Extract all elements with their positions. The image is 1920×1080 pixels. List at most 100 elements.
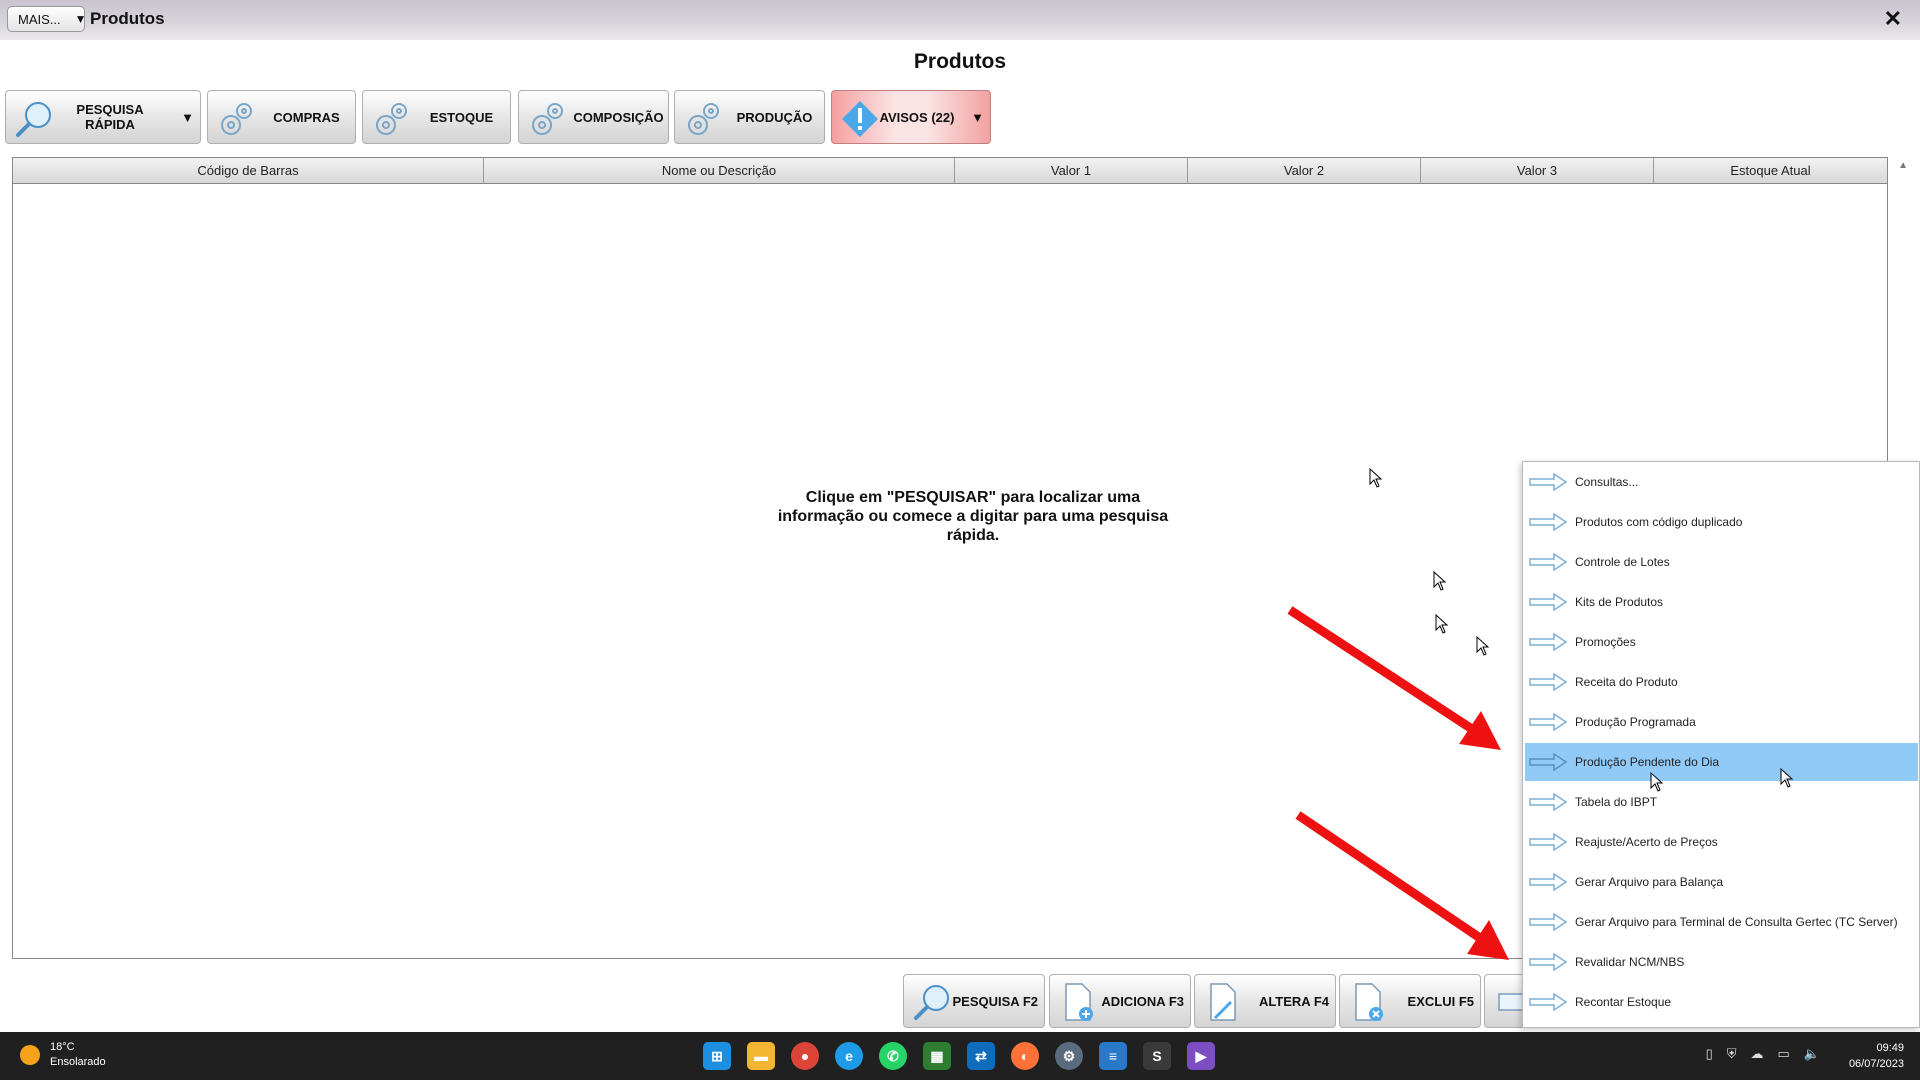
purchases-label: COMPRAS	[273, 109, 340, 125]
menu-item-consultas[interactable]: Consultas...	[1525, 463, 1918, 501]
mouse-cursor-icon	[1369, 468, 1383, 488]
add-f3-label: ADICIONA F3	[1101, 993, 1184, 1009]
magnifier-icon	[914, 985, 949, 1020]
windows-start-icon[interactable]: ⊞	[703, 1042, 731, 1070]
column-header-barcode[interactable]: Código de Barras	[13, 158, 484, 183]
warnings-button[interactable]: AVISOS (22) ▼	[831, 90, 991, 144]
gear-icon	[221, 103, 252, 135]
menu-item-revalidate-ncm[interactable]: Revalidar NCM/NBS	[1525, 943, 1918, 981]
delete-f5-button[interactable]: EXCLUI F5	[1339, 974, 1481, 1028]
arrow-right-icon	[1529, 792, 1568, 812]
column-header-stock[interactable]: Estoque Atual	[1654, 158, 1887, 183]
menu-item-label: Tabela do IBPT	[1575, 795, 1658, 809]
clock-time: 09:49	[1876, 1042, 1904, 1054]
menu-item-label: Gerar Arquivo para Balança	[1575, 875, 1724, 889]
spreadsheet-icon[interactable]: ▦	[923, 1042, 951, 1070]
mouse-cursor-icon	[1780, 768, 1794, 788]
column-header-value2[interactable]: Valor 2	[1188, 158, 1421, 183]
firefox-icon[interactable]: ◐	[1011, 1042, 1039, 1070]
chrome-icon[interactable]: ●	[791, 1042, 819, 1070]
edit-f4-button[interactable]: ALTERA F4	[1194, 974, 1336, 1028]
delete-f5-label: EXCLUI F5	[1407, 993, 1474, 1009]
empty-grid-message: Clique em "PESQUISAR" para localizar uma…	[777, 489, 1169, 544]
notepad-icon[interactable]: ≡	[1099, 1042, 1127, 1070]
page-title: Produtos	[913, 50, 1007, 73]
network-icon[interactable]: ▭	[1778, 1046, 1790, 1062]
arrow-right-icon	[1529, 872, 1568, 892]
chevron-down-icon[interactable]: ▼	[971, 110, 984, 125]
menu-item-gertec-file[interactable]: Gerar Arquivo para Terminal de Consulta …	[1525, 903, 1918, 941]
production-button[interactable]: PRODUÇÃO	[674, 90, 825, 144]
system-clock[interactable]: 09:49 06/07/2023	[1849, 1040, 1904, 1072]
arrow-right-icon	[1529, 472, 1568, 492]
close-icon[interactable]: ✕	[1884, 6, 1902, 32]
composition-label: COMPOSIÇÃO	[573, 109, 664, 125]
purchases-button[interactable]: COMPRAS	[207, 90, 356, 144]
menu-item-lot-control[interactable]: Controle de Lotes	[1525, 543, 1918, 581]
composition-button[interactable]: COMPOSIÇÃO	[518, 90, 669, 144]
gear-icon	[376, 103, 407, 135]
cloud-icon[interactable]: ☁	[1751, 1046, 1764, 1062]
delete-document-icon	[1355, 983, 1383, 1021]
weather-condition: Ensolarado	[50, 1056, 106, 1068]
file-explorer-icon[interactable]: ▬	[747, 1042, 775, 1070]
edge-icon[interactable]: e	[835, 1042, 863, 1070]
settings-gear-icon[interactable]: ⚙	[1055, 1042, 1083, 1070]
gear-icon	[688, 103, 719, 135]
arrow-right-icon	[1529, 512, 1568, 532]
menu-item-product-recipe[interactable]: Receita do Produto	[1525, 663, 1918, 701]
arrow-right-icon	[1529, 952, 1568, 972]
scroll-up-icon[interactable]: ▲	[1898, 160, 1908, 171]
menu-item-promotions[interactable]: Promoções	[1525, 623, 1918, 661]
menu-item-duplicate-codes[interactable]: Produtos com código duplicado	[1525, 503, 1918, 541]
weather-widget[interactable]: 18°C Ensolarado	[20, 1040, 106, 1070]
gear-icon	[532, 103, 563, 135]
menu-item-price-adjustment[interactable]: Reajuste/Acerto de Preços	[1525, 823, 1918, 861]
menu-item-scale-file[interactable]: Gerar Arquivo para Balança	[1525, 863, 1918, 901]
menu-item-label: Reajuste/Acerto de Preços	[1575, 835, 1718, 849]
chevron-down-icon[interactable]: ▼	[181, 110, 194, 125]
menu-item-scheduled-production[interactable]: Produção Programada	[1525, 703, 1918, 741]
arrow-right-icon	[1529, 752, 1568, 772]
arrow-right-icon	[1529, 912, 1568, 932]
quick-search-button[interactable]: PESQUISA RÁPIDA ▼	[5, 90, 201, 144]
search-f2-button[interactable]: PESQUISA F2	[903, 974, 1045, 1028]
menu-item-label: Promoções	[1575, 635, 1636, 649]
weather-temperature: 18°C	[50, 1041, 75, 1053]
erp-app-icon[interactable]: S	[1143, 1042, 1171, 1070]
mouse-cursor-icon	[1650, 772, 1664, 792]
menu-item-pending-production[interactable]: Produção Pendente do Dia	[1525, 743, 1918, 781]
production-label: PRODUÇÃO	[736, 109, 813, 125]
window-title: Produtos	[90, 9, 165, 28]
add-f3-button[interactable]: ADICIONA F3	[1049, 974, 1191, 1028]
annotation-arrow-icon	[1287, 606, 1501, 750]
mais-button-label: MAIS...	[18, 11, 61, 27]
annotation-arrow-icon	[1295, 811, 1509, 960]
column-header-value1[interactable]: Valor 1	[955, 158, 1188, 183]
menu-item-product-kits[interactable]: Kits de Produtos	[1525, 583, 1918, 621]
menu-item-label: Produção Programada	[1575, 715, 1696, 729]
quick-search-label: PESQUISA RÁPIDA	[76, 102, 144, 132]
search-f2-label: PESQUISA F2	[952, 993, 1038, 1009]
menu-item-ibpt-table[interactable]: Tabela do IBPT	[1525, 783, 1918, 821]
menu-item-recount-stock[interactable]: Recontar Estoque	[1525, 983, 1918, 1021]
whatsapp-icon[interactable]: ✆	[879, 1042, 907, 1070]
mais-menu-button[interactable]: MAIS... ▼	[7, 6, 87, 32]
column-header-value3[interactable]: Valor 3	[1421, 158, 1654, 183]
stock-button[interactable]: ESTOQUE	[362, 90, 511, 144]
menu-item-label: Revalidar NCM/NBS	[1575, 955, 1685, 969]
video-editor-icon[interactable]: ▶	[1187, 1042, 1215, 1070]
security-shield-icon[interactable]: ⛨	[1727, 1046, 1737, 1062]
menu-item-label: Controle de Lotes	[1575, 555, 1670, 569]
column-header-description[interactable]: Nome ou Descrição	[484, 158, 955, 183]
remote-access-icon[interactable]: ⇄	[967, 1042, 995, 1070]
mouse-cursor-icon	[1433, 571, 1447, 591]
menu-item-label: Produtos com código duplicado	[1575, 515, 1743, 529]
mouse-cursor-icon	[1435, 614, 1449, 634]
grid-header: Código de Barras Nome ou Descrição Valor…	[13, 158, 1887, 184]
sun-icon	[20, 1045, 40, 1065]
menu-item-label: Receita do Produto	[1575, 675, 1678, 689]
usb-icon[interactable]: ▯	[1706, 1046, 1713, 1062]
arrow-right-icon	[1529, 832, 1568, 852]
volume-icon[interactable]: 🔈	[1804, 1046, 1820, 1062]
